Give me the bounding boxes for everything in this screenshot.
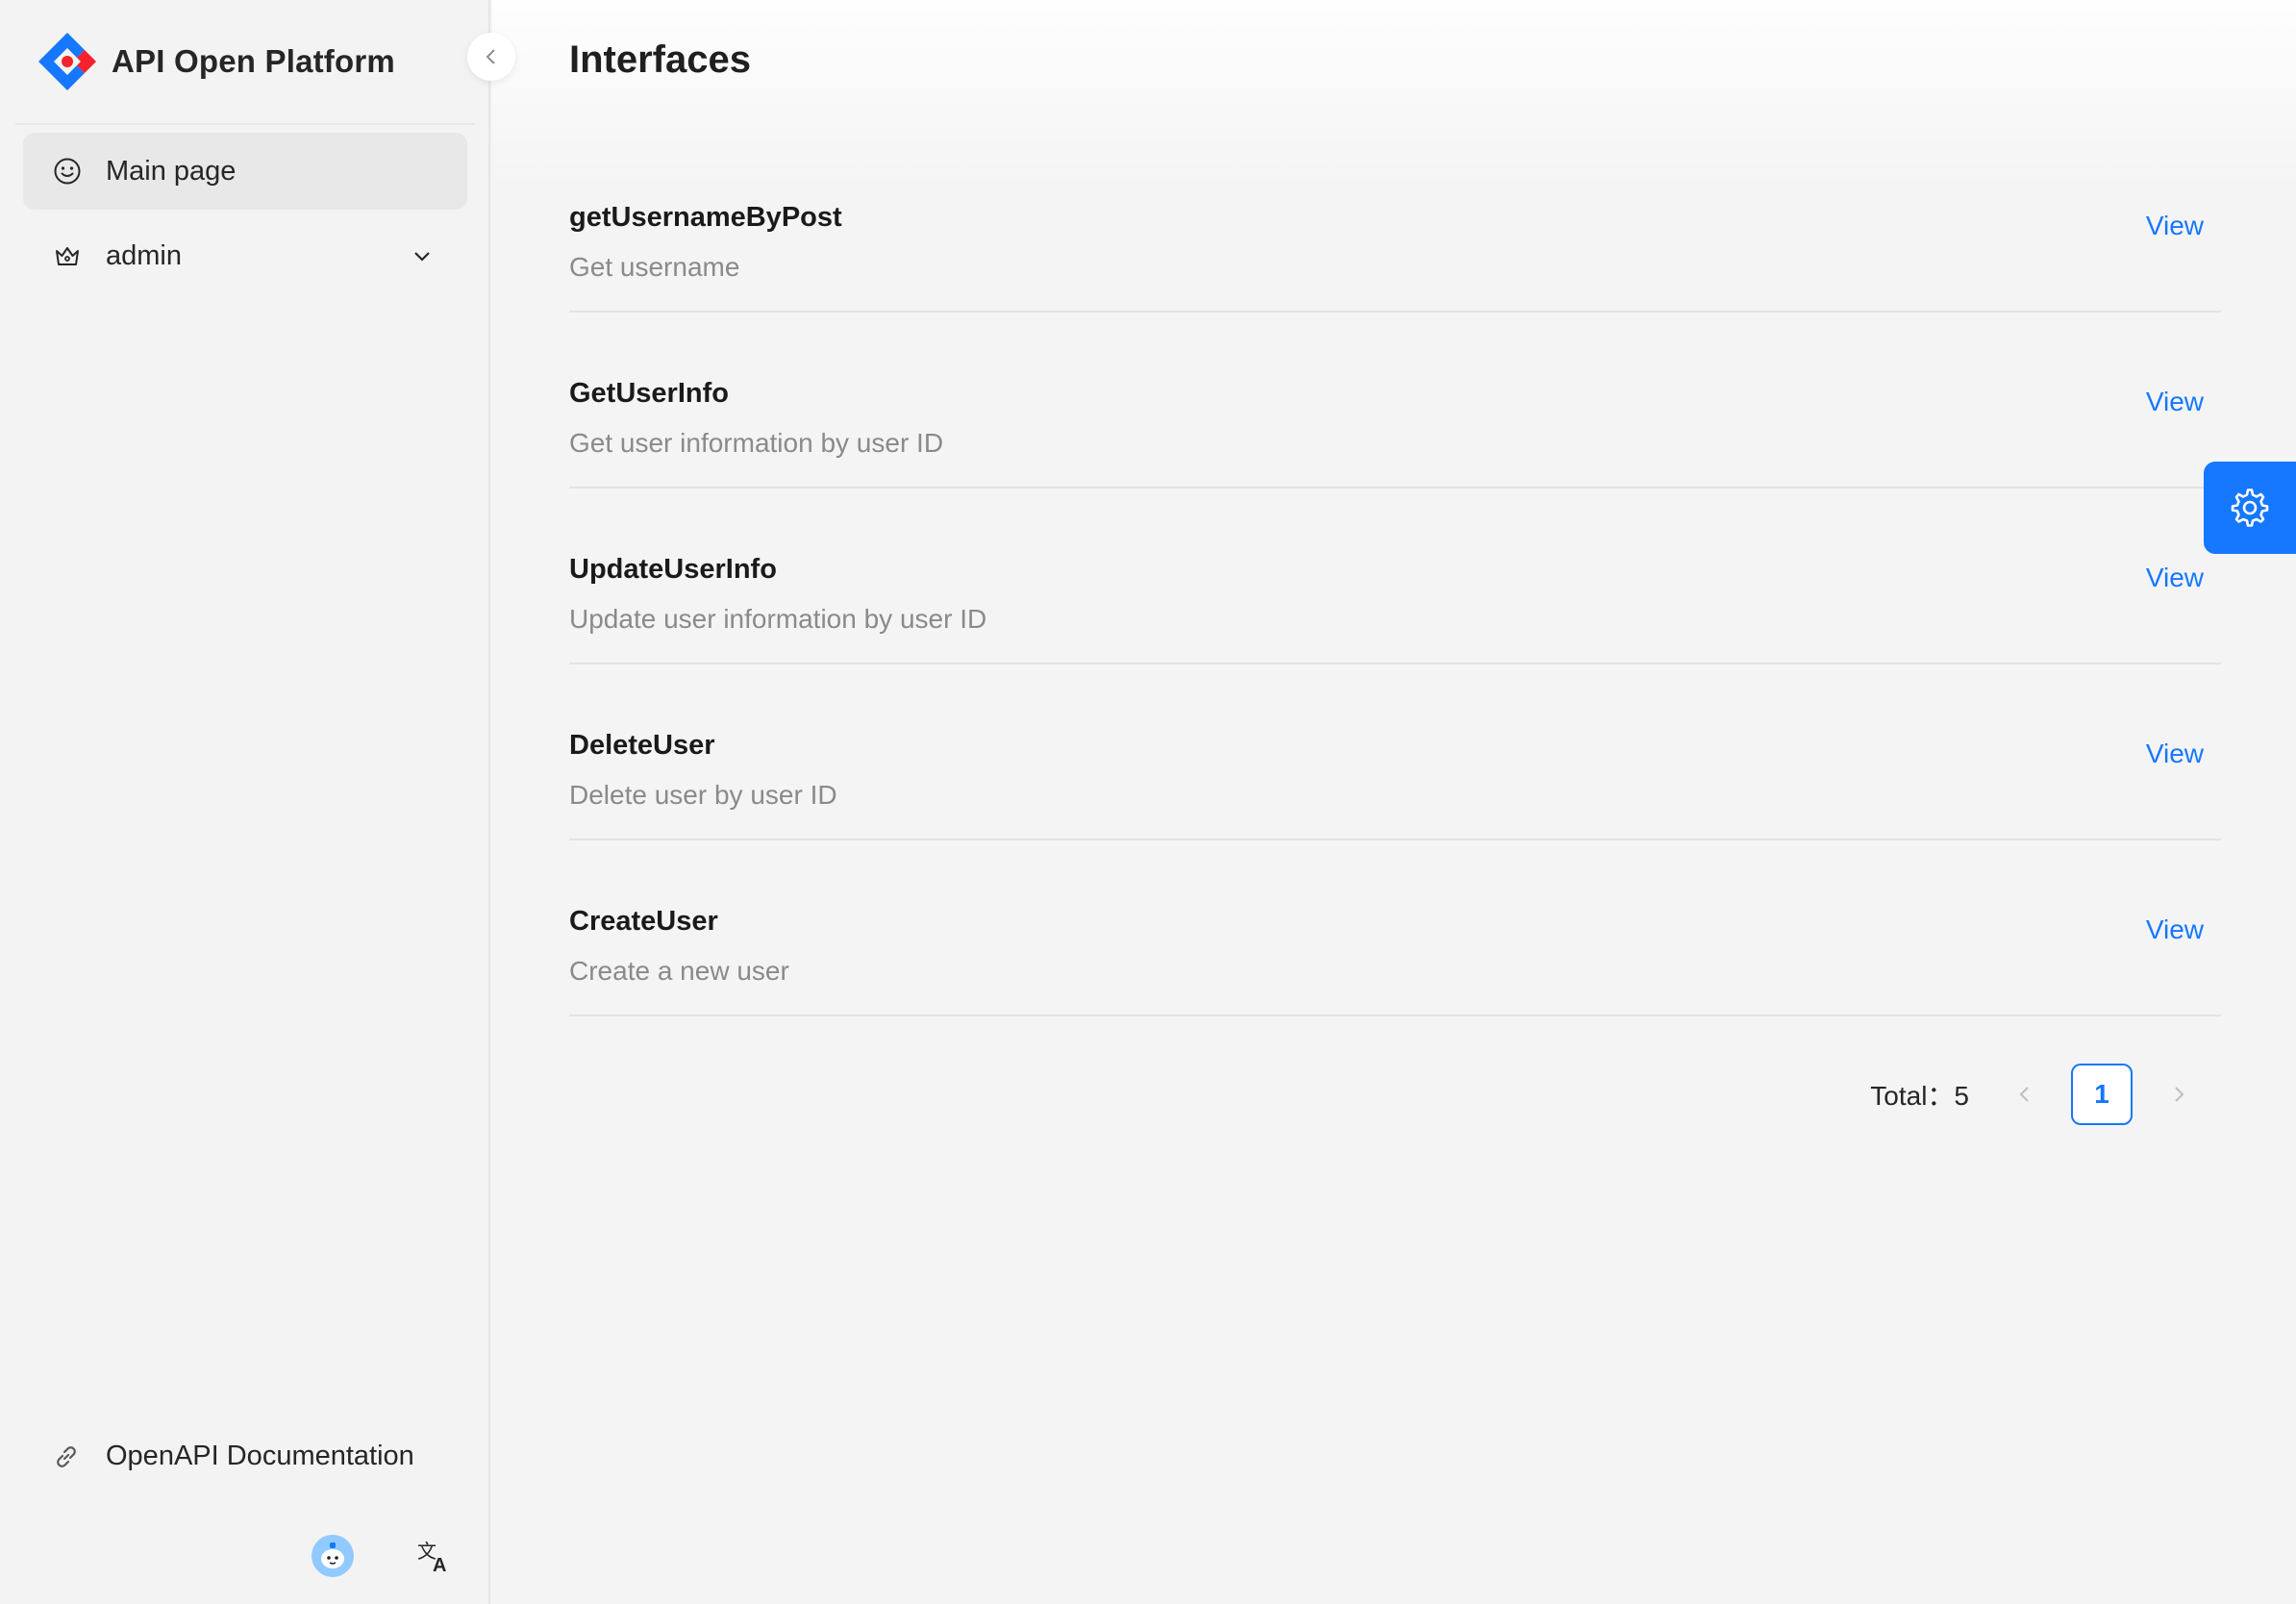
svg-text:A: A [433, 1555, 446, 1575]
crown-icon [52, 240, 83, 271]
next-page-button[interactable] [2148, 1064, 2209, 1125]
view-link[interactable]: View [2146, 739, 2204, 769]
interface-name: CreateUser [569, 906, 718, 937]
brand[interactable]: API Open Platform [35, 29, 395, 94]
smile-icon [52, 156, 83, 187]
user-avatar-icon [312, 1535, 354, 1577]
avatar[interactable] [312, 1535, 354, 1577]
view-link[interactable]: View [2146, 211, 2204, 241]
sidebar-item-main-page[interactable]: Main page [23, 133, 467, 210]
list-item: DeleteUser Delete user by user ID View [569, 664, 2221, 840]
interface-description: Create a new user [569, 956, 789, 986]
interface-name: GetUserInfo [569, 378, 729, 409]
sidebar-item-label: admin [106, 239, 182, 271]
pagination-total: Total：5 [1870, 1081, 1969, 1111]
list-item: GetUserInfo Get user information by user… [569, 313, 2221, 489]
page-number-button[interactable]: 1 [2071, 1064, 2133, 1125]
pagination: Total：5 1 [1870, 1064, 2209, 1125]
sidebar-menu: Main page admin [23, 133, 467, 302]
app-title: API Open Platform [112, 43, 395, 79]
view-link[interactable]: View [2146, 387, 2204, 417]
translate-icon[interactable]: 文 A [415, 1537, 454, 1575]
interface-name: UpdateUserInfo [569, 554, 777, 585]
settings-drawer-button[interactable] [2204, 462, 2296, 554]
chevron-left-icon [2019, 1087, 2029, 1102]
view-link[interactable]: View [2146, 563, 2204, 593]
interface-name: DeleteUser [569, 730, 715, 761]
sidebar: API Open Platform Main page admin OpenAP… [0, 0, 515, 1604]
divider [15, 123, 475, 125]
link-label: OpenAPI Documentation [106, 1441, 414, 1471]
chevron-down-icon [410, 243, 435, 268]
prev-page-button[interactable] [1994, 1064, 2056, 1125]
list-item: CreateUser Create a new user View [569, 840, 2221, 1016]
interface-description: Get username [569, 252, 740, 282]
chevron-right-icon [2175, 1087, 2184, 1102]
list-item: UpdateUserInfo Update user information b… [569, 489, 2221, 664]
interface-name: getUsernameByPost [569, 202, 842, 233]
link-icon [52, 1442, 81, 1471]
interface-list: getUsernameByPost Get username View GetU… [569, 137, 2221, 1016]
interface-description: Get user information by user ID [569, 428, 944, 458]
list-item: getUsernameByPost Get username View [569, 137, 2221, 313]
main-content: Interfaces getUsernameByPost Get usernam… [492, 0, 2296, 1604]
interface-description: Update user information by user ID [569, 604, 987, 634]
gear-icon [2231, 489, 2269, 527]
openapi-documentation-link[interactable]: OpenAPI Documentation [52, 1441, 414, 1472]
interface-description: Delete user by user ID [569, 780, 837, 810]
collapse-sidebar-button[interactable] [467, 33, 515, 81]
sidebar-item-admin[interactable]: admin [23, 217, 467, 294]
page-title: Interfaces [569, 38, 751, 81]
sidebar-item-label: Main page [106, 155, 237, 187]
logo-icon [38, 33, 96, 90]
chevron-left-icon [486, 49, 495, 64]
view-link[interactable]: View [2146, 915, 2204, 945]
